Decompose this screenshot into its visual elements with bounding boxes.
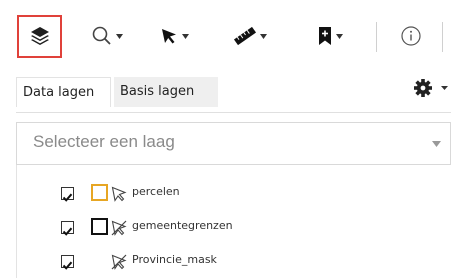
measure-icon [233, 26, 257, 46]
chevron-down-icon [441, 86, 448, 90]
tab-basis-lagen[interactable]: Basis lagen [114, 77, 218, 107]
layer-name: Provincie_mask [132, 253, 217, 266]
layer-name: percelen [132, 185, 180, 198]
layer-style-swatch[interactable] [91, 218, 108, 235]
chevron-down-icon [260, 33, 267, 39]
layer-select-placeholder: Selecteer een laag [33, 132, 175, 151]
info-icon [401, 26, 421, 46]
map-toolbar [0, 0, 451, 68]
layer-visibility-checkbox[interactable] [61, 221, 74, 236]
search-icon [92, 26, 111, 45]
layer-item-percelen: percelen [17, 183, 437, 205]
layer-visibility-checkbox[interactable] [61, 255, 74, 270]
layer-item-gemeentegrenzen: gemeentegrenzen [17, 217, 437, 239]
info-button[interactable] [396, 16, 426, 56]
layer-select[interactable]: Selecteer een laag [16, 122, 451, 165]
layer-item-provincie-mask: Provincie_mask [17, 251, 437, 273]
layer-visibility-checkbox[interactable] [61, 187, 74, 202]
layer-style-swatch[interactable] [91, 184, 108, 201]
tab-data-lagen[interactable]: Data lagen [16, 77, 111, 107]
chevron-down-icon [182, 33, 189, 39]
feature-select-icon[interactable] [110, 185, 128, 203]
layer-tabs: Data lagen Basis lagen [0, 68, 451, 111]
layer-settings-button[interactable] [413, 76, 451, 104]
chevron-down-icon [336, 33, 343, 39]
layer-name: gemeentegrenzen [132, 219, 233, 232]
bookmark-tool-button[interactable] [310, 16, 350, 56]
bookmark-icon [319, 27, 331, 45]
select-tool-button[interactable] [153, 16, 195, 56]
gear-icon [414, 79, 448, 97]
chevron-down-icon [432, 141, 441, 147]
select-arrow-icon [162, 29, 176, 44]
tab-underline [16, 112, 451, 113]
search-tool-button[interactable] [86, 16, 128, 56]
checkmark-icon [62, 227, 73, 236]
toolbar-divider [376, 22, 377, 52]
chevron-down-icon [116, 33, 123, 39]
measure-tool-button[interactable] [225, 16, 275, 56]
feature-select-disabled-icon[interactable] [110, 219, 128, 237]
feature-select-disabled-icon[interactable] [110, 253, 128, 271]
checkmark-icon [62, 261, 73, 270]
layers-button[interactable] [22, 16, 57, 56]
checkmark-icon [62, 193, 73, 202]
toolbar-divider [442, 22, 443, 52]
layer-list: percelen gemeentegrenzen Provincie_mask [16, 165, 451, 278]
layers-icon [30, 27, 49, 45]
